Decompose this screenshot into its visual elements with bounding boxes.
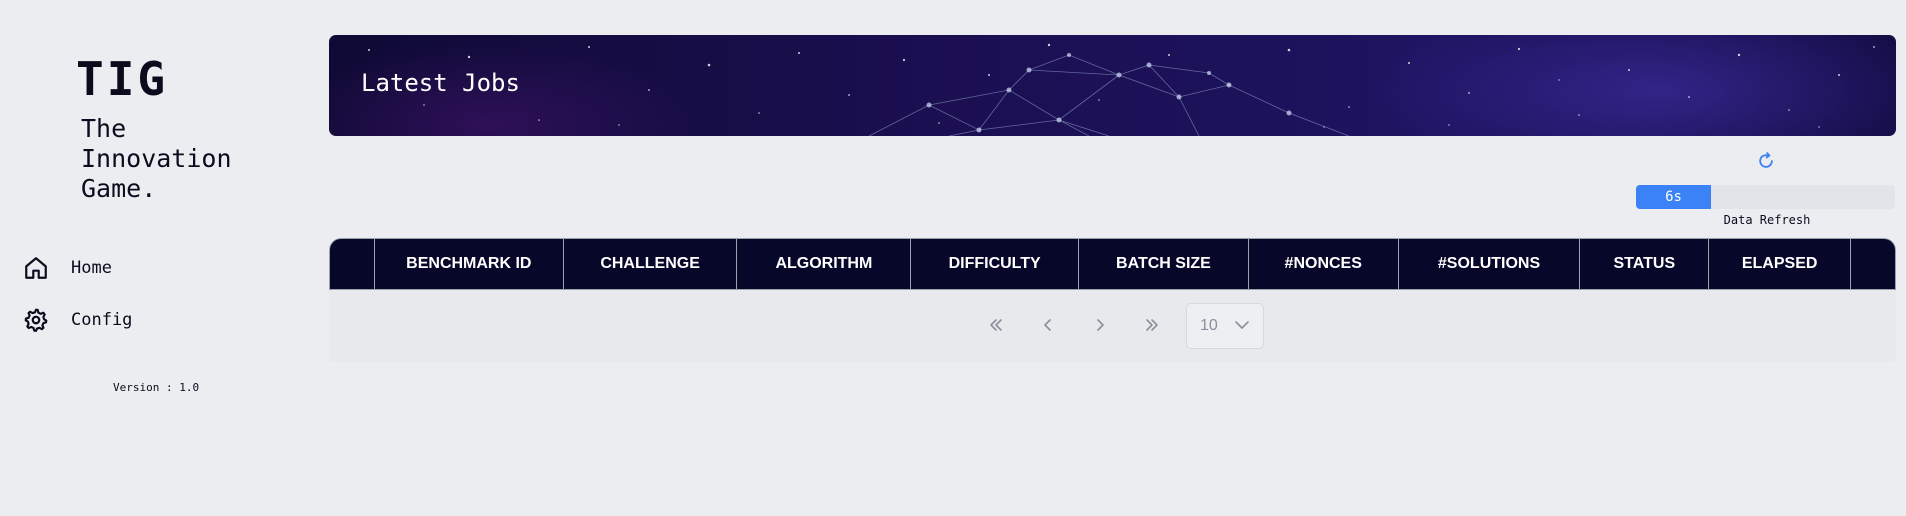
previous-page-button[interactable] (1022, 302, 1074, 350)
sidebar: TIG The Innovation Game. Home Config Ver… (0, 0, 310, 516)
sidebar-item-home[interactable]: Home (22, 251, 262, 285)
pagination: 10 (970, 302, 1264, 350)
logo-title: TIG (76, 52, 169, 106)
last-page-button[interactable] (1126, 302, 1178, 350)
column-header-algorithm[interactable]: ALGORITHM (737, 239, 912, 289)
sidebar-item-label: Config (71, 310, 133, 330)
column-header-actions[interactable] (1851, 239, 1895, 289)
page-title: Latest Jobs (361, 69, 520, 97)
first-page-button[interactable] (970, 302, 1022, 350)
refresh-progress-bar: 6s (1636, 185, 1895, 209)
double-chevron-right-icon (1144, 316, 1160, 337)
gear-icon (22, 306, 50, 334)
logo-subtitle: The Innovation Game. (81, 114, 232, 203)
column-header-solutions[interactable]: #SOLUTIONS (1399, 239, 1581, 289)
sidebar-item-config[interactable]: Config (22, 303, 262, 337)
sidebar-item-label: Home (71, 258, 112, 278)
column-header-select[interactable] (330, 239, 375, 289)
refresh-icon[interactable] (1756, 151, 1776, 171)
column-header-status[interactable]: STATUS (1580, 239, 1710, 289)
page-size-select[interactable]: 10 (1186, 303, 1264, 349)
page-size-value: 10 (1200, 317, 1218, 334)
column-header-challenge[interactable]: CHALLENGE (564, 239, 738, 289)
chevron-left-icon (1043, 316, 1053, 337)
chevron-right-icon (1095, 316, 1105, 337)
refresh-label: Data Refresh (1723, 213, 1811, 227)
column-header-difficulty[interactable]: DIFFICULTY (911, 239, 1080, 289)
version-text: Version : 1.0 (113, 381, 200, 394)
column-header-benchmark-id[interactable]: BENCHMARK ID (375, 239, 564, 289)
home-icon (22, 254, 50, 282)
column-header-batch-size[interactable]: BATCH SIZE (1079, 239, 1249, 289)
chevron-down-icon (1234, 317, 1250, 335)
refresh-countdown: 6s (1665, 189, 1682, 205)
next-page-button[interactable] (1074, 302, 1126, 350)
double-chevron-left-icon (988, 316, 1004, 337)
table-header: BENCHMARK ID CHALLENGE ALGORITHM DIFFICU… (329, 238, 1896, 290)
column-header-elapsed[interactable]: ELAPSED (1709, 239, 1852, 289)
starfield-network-graphic (368, 43, 1875, 136)
column-header-nonces[interactable]: #NONCES (1249, 239, 1399, 289)
page-banner: Latest Jobs (329, 35, 1896, 136)
